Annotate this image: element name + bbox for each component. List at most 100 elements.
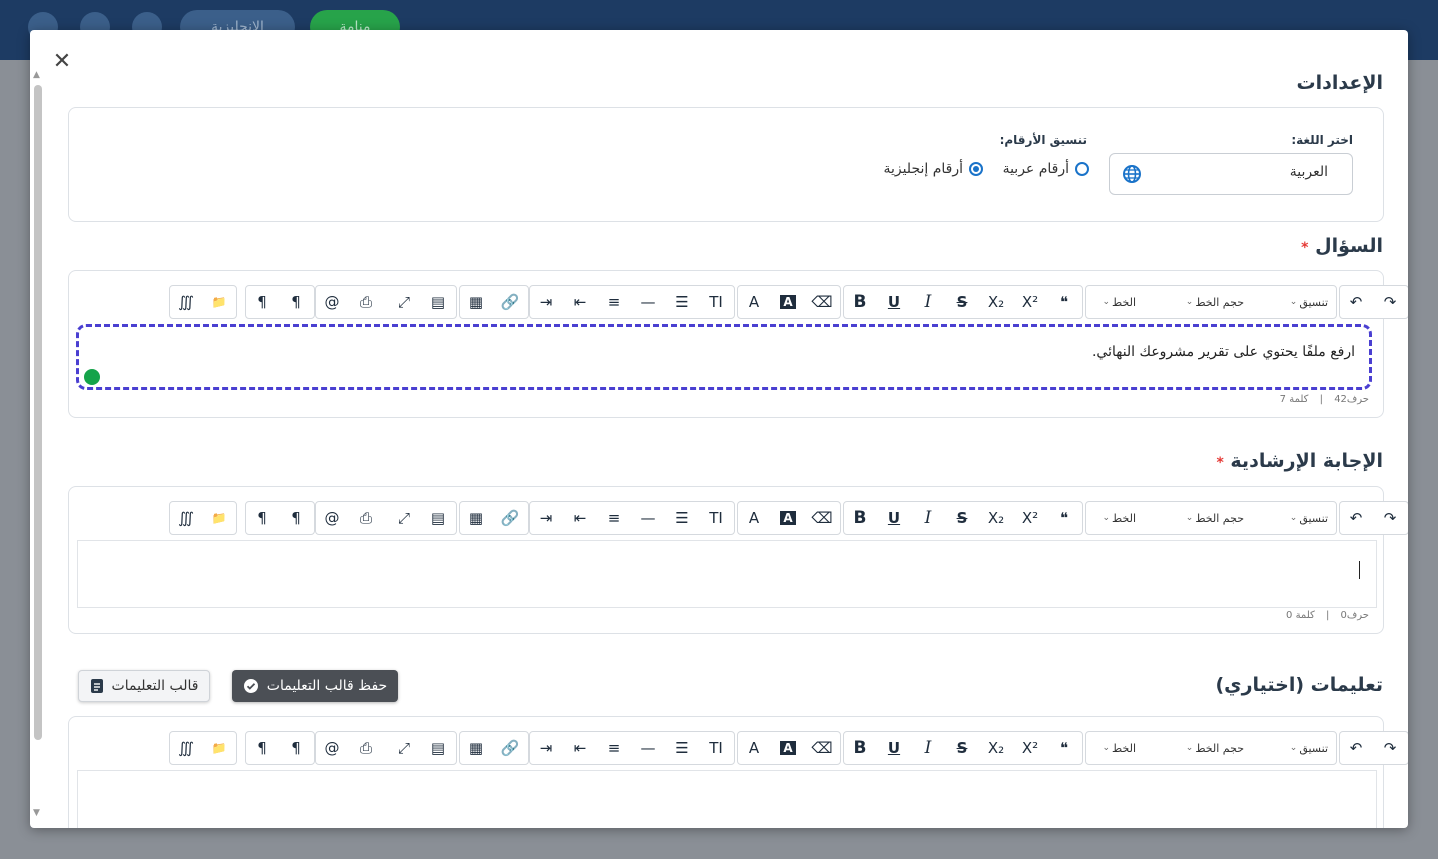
numbered-list-icon[interactable]: ☰ bbox=[666, 732, 698, 764]
page-layout-icon[interactable]: ▤ bbox=[422, 286, 454, 318]
underline-icon[interactable]: U bbox=[878, 286, 910, 318]
undo-icon[interactable]: ↶ bbox=[1340, 286, 1372, 318]
modal-scrollbar[interactable] bbox=[34, 85, 42, 740]
font-size-dropdown[interactable]: حجم الخط ⌄ bbox=[1186, 732, 1244, 764]
strikethrough-icon[interactable]: S bbox=[946, 286, 978, 318]
strikethrough-icon[interactable]: S bbox=[946, 502, 978, 534]
instructions-edit-area[interactable] bbox=[77, 770, 1377, 828]
highlight-color-icon[interactable]: A bbox=[772, 286, 804, 318]
align-icon[interactable]: ≡ bbox=[598, 286, 630, 318]
format-dropdown[interactable]: تنسيق ⌄ bbox=[1290, 502, 1328, 534]
fullscreen-icon[interactable]: ⤢ bbox=[388, 502, 420, 534]
text-size-icon[interactable]: TI bbox=[700, 732, 732, 764]
strikethrough-icon[interactable]: S bbox=[946, 732, 978, 764]
font-size-dropdown[interactable]: حجم الخط ⌄ bbox=[1186, 502, 1244, 534]
paragraph-rtl-icon[interactable]: ¶ bbox=[246, 732, 278, 764]
horizontal-rule-icon[interactable]: — bbox=[632, 502, 664, 534]
font-dropdown[interactable]: الخط ⌄ bbox=[1103, 502, 1137, 534]
print-icon[interactable]: ⎙ bbox=[350, 286, 382, 318]
font-color-icon[interactable]: A bbox=[738, 502, 770, 534]
fullscreen-icon[interactable]: ⤢ bbox=[388, 732, 420, 764]
subscript-icon[interactable]: X₂ bbox=[980, 286, 1012, 318]
mention-icon[interactable]: @ bbox=[316, 502, 348, 534]
eraser-icon[interactable]: ⌫ bbox=[806, 286, 838, 318]
indent-icon[interactable]: ⇥ bbox=[530, 286, 562, 318]
mention-icon[interactable]: @ bbox=[316, 286, 348, 318]
page-layout-icon[interactable]: ▤ bbox=[422, 732, 454, 764]
fullscreen-icon[interactable]: ⤢ bbox=[388, 286, 420, 318]
italic-icon[interactable]: I bbox=[912, 732, 944, 764]
italic-icon[interactable]: I bbox=[912, 502, 944, 534]
font-color-icon[interactable]: A bbox=[738, 286, 770, 318]
outdent-icon[interactable]: ⇤ bbox=[564, 502, 596, 534]
subscript-icon[interactable]: X₂ bbox=[980, 502, 1012, 534]
print-icon[interactable]: ⎙ bbox=[350, 732, 382, 764]
question-text[interactable]: ارفع ملفًا يحتوي على تقرير مشروعك النهائ… bbox=[1092, 344, 1355, 360]
font-dropdown[interactable]: الخط ⌄ bbox=[1103, 732, 1137, 764]
scroll-down-arrow-icon[interactable]: ▼ bbox=[33, 808, 40, 818]
indent-icon[interactable]: ⇥ bbox=[530, 732, 562, 764]
paragraph-ltr-icon[interactable]: ¶ bbox=[280, 286, 312, 318]
redo-icon[interactable]: ↷ bbox=[1374, 286, 1406, 318]
align-icon[interactable]: ≡ bbox=[598, 502, 630, 534]
page-layout-icon[interactable]: ▤ bbox=[422, 502, 454, 534]
language-select[interactable]: العربية bbox=[1109, 153, 1353, 195]
outdent-icon[interactable]: ⇤ bbox=[564, 286, 596, 318]
clear-format-icon[interactable]: ∭ bbox=[170, 502, 202, 534]
paragraph-rtl-icon[interactable]: ¶ bbox=[246, 286, 278, 318]
bold-icon[interactable]: B bbox=[844, 502, 876, 534]
eraser-icon[interactable]: ⌫ bbox=[806, 732, 838, 764]
print-icon[interactable]: ⎙ bbox=[350, 502, 382, 534]
close-icon[interactable]: ✕ bbox=[50, 50, 74, 74]
paragraph-ltr-icon[interactable]: ¶ bbox=[280, 502, 312, 534]
undo-icon[interactable]: ↶ bbox=[1340, 732, 1372, 764]
blockquote-icon[interactable]: ❝ bbox=[1048, 502, 1080, 534]
blockquote-icon[interactable]: ❝ bbox=[1048, 732, 1080, 764]
paragraph-rtl-icon[interactable]: ¶ bbox=[246, 502, 278, 534]
text-size-icon[interactable]: TI bbox=[700, 286, 732, 318]
radio-arabic-numbers-circle[interactable] bbox=[1075, 162, 1089, 176]
italic-icon[interactable]: I bbox=[912, 286, 944, 318]
superscript-icon[interactable]: X² bbox=[1014, 502, 1046, 534]
link-icon[interactable]: 🔗 bbox=[494, 286, 526, 318]
highlight-color-icon[interactable]: A bbox=[772, 732, 804, 764]
blockquote-icon[interactable]: ❝ bbox=[1048, 286, 1080, 318]
bold-icon[interactable]: B bbox=[844, 732, 876, 764]
numbered-list-icon[interactable]: ☰ bbox=[666, 286, 698, 318]
superscript-icon[interactable]: X² bbox=[1014, 286, 1046, 318]
radio-arabic-numbers[interactable]: أرقام عربية bbox=[1003, 161, 1089, 177]
font-dropdown[interactable]: الخط ⌄ bbox=[1103, 286, 1137, 318]
redo-icon[interactable]: ↷ bbox=[1374, 732, 1406, 764]
mention-icon[interactable]: @ bbox=[316, 732, 348, 764]
redo-icon[interactable]: ↷ bbox=[1374, 502, 1406, 534]
outdent-icon[interactable]: ⇤ bbox=[564, 732, 596, 764]
folder-icon[interactable]: 📁 bbox=[203, 732, 235, 764]
text-size-icon[interactable]: TI bbox=[700, 502, 732, 534]
table-icon[interactable]: ▦ bbox=[460, 502, 492, 534]
table-icon[interactable]: ▦ bbox=[460, 286, 492, 318]
numbered-list-icon[interactable]: ☰ bbox=[666, 502, 698, 534]
paragraph-ltr-icon[interactable]: ¶ bbox=[280, 732, 312, 764]
save-template-button[interactable]: حفظ قالب التعليمات bbox=[232, 670, 398, 702]
horizontal-rule-icon[interactable]: — bbox=[632, 286, 664, 318]
format-dropdown[interactable]: تنسيق ⌄ bbox=[1290, 732, 1328, 764]
table-icon[interactable]: ▦ bbox=[460, 732, 492, 764]
font-size-dropdown[interactable]: حجم الخط ⌄ bbox=[1186, 286, 1244, 318]
link-icon[interactable]: 🔗 bbox=[494, 502, 526, 534]
eraser-icon[interactable]: ⌫ bbox=[806, 502, 838, 534]
link-icon[interactable]: 🔗 bbox=[494, 732, 526, 764]
instructions-template-button[interactable]: قالب التعليمات bbox=[78, 670, 210, 702]
underline-icon[interactable]: U bbox=[878, 502, 910, 534]
bold-icon[interactable]: B bbox=[844, 286, 876, 318]
undo-icon[interactable]: ↶ bbox=[1340, 502, 1372, 534]
horizontal-rule-icon[interactable]: — bbox=[632, 732, 664, 764]
underline-icon[interactable]: U bbox=[878, 732, 910, 764]
font-color-icon[interactable]: A bbox=[738, 732, 770, 764]
grammarly-icon[interactable] bbox=[84, 369, 100, 385]
scroll-up-arrow-icon[interactable]: ▲ bbox=[33, 70, 40, 80]
highlight-color-icon[interactable]: A bbox=[772, 502, 804, 534]
clear-format-icon[interactable]: ∭ bbox=[170, 732, 202, 764]
folder-icon[interactable]: 📁 bbox=[203, 502, 235, 534]
superscript-icon[interactable]: X² bbox=[1014, 732, 1046, 764]
format-dropdown[interactable]: تنسيق ⌄ bbox=[1290, 286, 1328, 318]
